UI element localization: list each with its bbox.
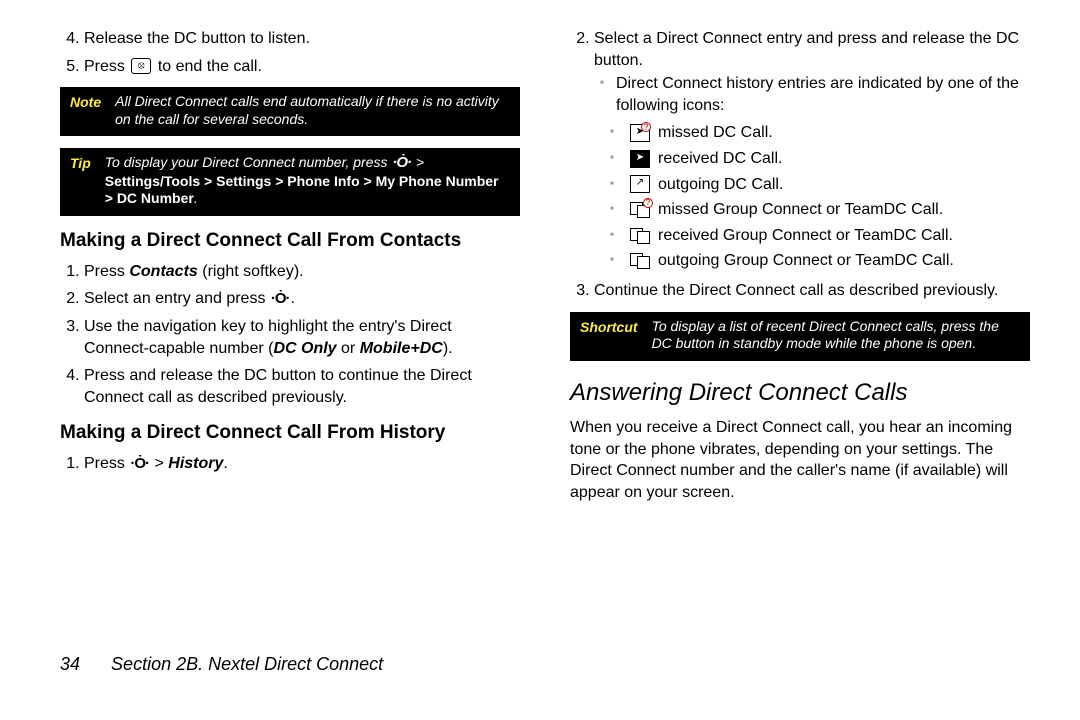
shortcut-label: Shortcut bbox=[580, 318, 638, 353]
heading-answering: Answering Direct Connect Calls bbox=[570, 377, 1030, 409]
icon-received-dc: ➤ received DC Call. bbox=[630, 148, 1030, 170]
icon-outgoing-dc: ↗ outgoing DC Call. bbox=[630, 174, 1030, 196]
right-step-3: Continue the Direct Connect call as desc… bbox=[594, 280, 1030, 302]
outgoing-dc-icon: ↗ bbox=[630, 175, 650, 193]
nav-key-icon: ·Ȯ· bbox=[130, 454, 149, 474]
i5: received Group Connect or TeamDC Call. bbox=[658, 227, 953, 244]
note-text: All Direct Connect calls end automatical… bbox=[115, 93, 510, 128]
c1a: Press bbox=[84, 263, 129, 280]
right-steps: Select a Direct Connect entry and press … bbox=[570, 28, 1030, 302]
h1a: Press bbox=[84, 455, 125, 472]
icon-outgoing-group: outgoing Group Connect or TeamDC Call. bbox=[630, 250, 1030, 272]
missed-dc-icon: ➤ bbox=[630, 124, 650, 142]
i1: missed DC Call. bbox=[658, 124, 773, 141]
i2: received DC Call. bbox=[658, 150, 782, 167]
contacts-step-4: Press and release the DC button to conti… bbox=[84, 365, 520, 408]
c1b: Contacts bbox=[129, 263, 197, 280]
c3c: or bbox=[337, 340, 360, 357]
note-label: Note bbox=[70, 93, 101, 128]
tip-text: To display your Direct Connect number, p… bbox=[105, 154, 510, 208]
i4: missed Group Connect or TeamDC Call. bbox=[658, 201, 943, 218]
missed-group-icon: ? bbox=[630, 202, 650, 218]
icon-missed-group: ? missed Group Connect or TeamDC Call. bbox=[630, 199, 1030, 221]
c1c: (right softkey). bbox=[198, 263, 304, 280]
note-box: Note All Direct Connect calls end automa… bbox=[60, 87, 520, 136]
nav-key-icon: ·Ȯ· bbox=[271, 289, 290, 309]
c2text: Select an entry and press bbox=[84, 290, 265, 307]
page-number: 34 bbox=[60, 654, 80, 674]
i6: outgoing Group Connect or TeamDC Call. bbox=[658, 252, 954, 269]
icon-missed-dc: ➤ missed DC Call. bbox=[630, 122, 1030, 144]
steps-list-top: Release the DC button to listen. Press ⦻… bbox=[60, 28, 520, 77]
step-4: Release the DC button to listen. bbox=[84, 28, 520, 50]
icon-list: ➤ missed DC Call. ➤ received DC Call. ↗ out… bbox=[594, 122, 1030, 272]
outgoing-group-icon bbox=[630, 253, 650, 269]
contacts-step-3: Use the navigation key to highlight the … bbox=[84, 316, 520, 359]
tip-text-path: Settings/Tools > Settings > Phone Info >… bbox=[105, 173, 499, 207]
tip-text-a: To display your Direct Connect number, p… bbox=[105, 154, 388, 170]
c3e: ). bbox=[443, 340, 453, 357]
column-left: Release the DC button to listen. Press ⦻… bbox=[60, 28, 520, 640]
heading-from-history: Making a Direct Connect Call From Histor… bbox=[60, 422, 520, 445]
history-step-1: Press ·Ȯ· > History. bbox=[84, 453, 520, 475]
s2txt: Select a Direct Connect entry and press … bbox=[594, 30, 1019, 69]
end-key-icon: ⦻ bbox=[131, 58, 151, 74]
received-dc-icon: ➤ bbox=[630, 150, 650, 168]
right-step-2: Select a Direct Connect entry and press … bbox=[594, 28, 1030, 272]
page-body: Release the DC button to listen. Press ⦻… bbox=[0, 0, 1080, 640]
contacts-steps: Press Contacts (right softkey). Select a… bbox=[60, 261, 520, 409]
contacts-step-2: Select an entry and press ·Ȯ·. bbox=[84, 288, 520, 310]
answering-paragraph: When you receive a Direct Connect call, … bbox=[570, 417, 1030, 503]
contacts-step-1: Press Contacts (right softkey). bbox=[84, 261, 520, 283]
tip-label: Tip bbox=[70, 154, 91, 208]
c3b: DC Only bbox=[273, 340, 336, 357]
heading-from-contacts: Making a Direct Connect Call From Contac… bbox=[60, 230, 520, 253]
received-group-icon bbox=[630, 228, 650, 244]
icon-received-group: received Group Connect or TeamDC Call. bbox=[630, 225, 1030, 247]
step-5-text-b: to end the call. bbox=[158, 58, 262, 75]
history-steps: Press ·Ȯ· > History. bbox=[60, 453, 520, 475]
nav-key-icon: ·Ȯ· bbox=[392, 154, 411, 173]
step-5-text-a: Press bbox=[84, 58, 125, 75]
section-title: Section 2B. Nextel Direct Connect bbox=[111, 654, 383, 674]
tip-box: Tip To display your Direct Connect numbe… bbox=[60, 148, 520, 216]
column-right: Select a Direct Connect entry and press … bbox=[570, 28, 1030, 640]
c3d: Mobile+DC bbox=[360, 340, 443, 357]
page-footer: 34 Section 2B. Nextel Direct Connect bbox=[0, 640, 1080, 675]
step-5: Press ⦻ to end the call. bbox=[84, 56, 520, 78]
h1b: History bbox=[168, 455, 223, 472]
shortcut-box: Shortcut To display a list of recent Dir… bbox=[570, 312, 1030, 361]
icon-intro: Direct Connect history entries are indic… bbox=[594, 73, 1030, 116]
i3: outgoing DC Call. bbox=[658, 176, 783, 193]
shortcut-text: To display a list of recent Direct Conne… bbox=[652, 318, 1020, 353]
